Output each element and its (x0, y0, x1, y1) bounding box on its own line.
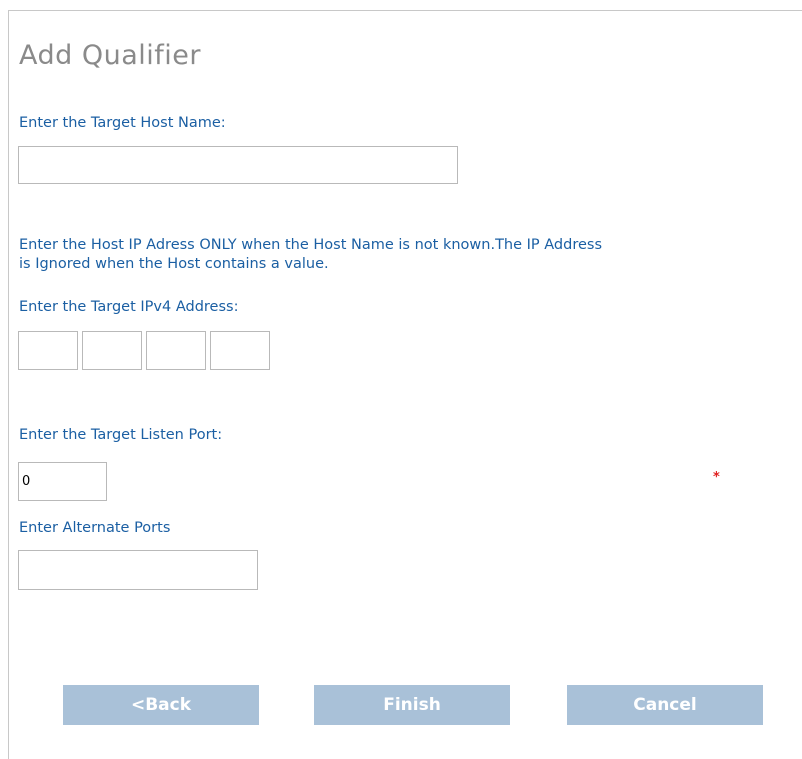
ipv4-octet-3-input[interactable] (146, 331, 206, 370)
cancel-button[interactable]: Cancel (567, 685, 763, 725)
ip-info-text: Enter the Host IP Adress ONLY when the H… (19, 236, 802, 274)
back-button[interactable]: <Back (63, 685, 259, 725)
ipv4-octet-1-input[interactable] (18, 331, 78, 370)
ipv4-octet-2-input[interactable] (82, 331, 142, 370)
page-title: Add Qualifier (19, 40, 201, 71)
required-marker: * (713, 470, 720, 485)
host-name-input[interactable] (18, 146, 458, 184)
ipv4-address-label: Enter the Target IPv4 Address: (19, 299, 239, 315)
ip-info-line-1: Enter the Host IP Adress ONLY when the H… (19, 237, 603, 253)
listen-port-input[interactable] (18, 462, 107, 501)
finish-button[interactable]: Finish (314, 685, 510, 725)
ipv4-octet-4-input[interactable] (210, 331, 270, 370)
listen-port-label: Enter the Target Listen Port: (19, 427, 223, 443)
host-name-label: Enter the Target Host Name: (19, 115, 226, 131)
ip-info-line-2: is Ignored when the Host contains a valu… (19, 256, 329, 272)
alternate-ports-label: Enter Alternate Ports (19, 520, 171, 536)
alternate-ports-input[interactable] (18, 550, 258, 590)
